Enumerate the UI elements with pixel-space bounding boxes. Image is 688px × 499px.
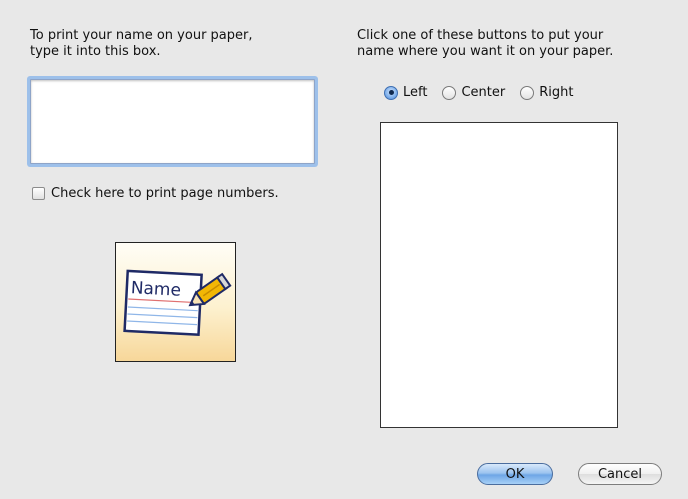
radio-right-label[interactable]: Right bbox=[539, 85, 573, 100]
radio-right-option[interactable]: Right bbox=[520, 85, 573, 100]
name-position-radio-group: Left Center Right bbox=[384, 85, 588, 100]
cancel-button[interactable]: Cancel bbox=[578, 463, 662, 485]
paper-preview bbox=[380, 122, 618, 428]
name-tag-pencil-icon: Name bbox=[115, 242, 236, 362]
radio-left-label[interactable]: Left bbox=[403, 85, 427, 100]
radio-center-label[interactable]: Center bbox=[461, 85, 505, 100]
position-instruction-text: Click one of these buttons to put your n… bbox=[357, 28, 614, 59]
page-numbers-option[interactable]: Check here to print page numbers. bbox=[32, 186, 279, 201]
radio-left[interactable] bbox=[384, 85, 398, 100]
radio-left-option[interactable]: Left bbox=[384, 85, 427, 100]
radio-right[interactable] bbox=[520, 85, 535, 100]
print-name-dialog: To print your name on your paper, type i… bbox=[0, 0, 688, 499]
radio-center[interactable] bbox=[442, 85, 457, 100]
page-numbers-label[interactable]: Check here to print page numbers. bbox=[51, 186, 279, 201]
ok-button[interactable]: OK bbox=[477, 463, 553, 485]
name-input[interactable] bbox=[30, 79, 315, 164]
name-tag-text: Name bbox=[130, 278, 181, 301]
name-instruction-text: To print your name on your paper, type i… bbox=[30, 28, 253, 59]
radio-center-option[interactable]: Center bbox=[442, 85, 505, 100]
page-numbers-checkbox[interactable] bbox=[32, 187, 45, 200]
